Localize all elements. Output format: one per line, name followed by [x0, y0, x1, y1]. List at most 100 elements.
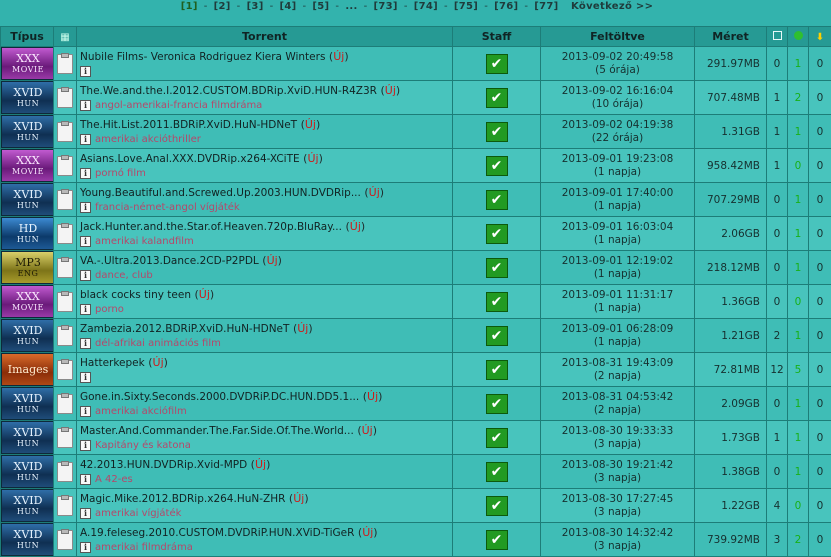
leechers-count[interactable]: 0 [809, 455, 831, 489]
col-type[interactable]: Típus [1, 27, 54, 47]
category-badge[interactable]: MP3ENG [1, 251, 55, 284]
category-badge[interactable]: XVIDHUN [1, 421, 55, 454]
torrent-title-link[interactable]: Jack.Hunter.and.the.Star.of.Heaven.720p.… [80, 221, 342, 233]
category-badge[interactable]: XXXMOVIE [1, 149, 55, 182]
torrent-title-link[interactable]: Zambezia.2012.BDRiP.XviD.HuN-HDNeT [80, 323, 289, 335]
pager-link[interactable]: [76] [494, 1, 518, 12]
torrent-title-link[interactable]: Hatterkepek [80, 357, 145, 369]
clipboard-icon[interactable] [57, 88, 73, 108]
pager-link[interactable]: [4] [279, 1, 296, 12]
info-icon[interactable]: i [80, 236, 91, 247]
pager-link[interactable]: [2] [214, 1, 231, 12]
comments-count[interactable]: 12 [767, 353, 788, 387]
category-badge[interactable]: XVIDHUN [1, 81, 55, 114]
info-icon[interactable]: i [80, 474, 91, 485]
category-badge[interactable]: XVIDHUN [1, 455, 55, 488]
seeders-count[interactable]: 0 [788, 149, 809, 183]
col-uploaded[interactable]: Feltöltve [541, 27, 695, 47]
clipboard-icon[interactable] [57, 122, 73, 142]
leechers-count[interactable]: 0 [809, 319, 831, 353]
pager-link[interactable]: [1] [181, 1, 198, 12]
info-icon[interactable]: i [80, 406, 91, 417]
comments-count[interactable]: 3 [767, 523, 788, 557]
comments-count[interactable]: 4 [767, 489, 788, 523]
comments-count[interactable]: 1 [767, 81, 788, 115]
clipboard-icon[interactable] [57, 360, 73, 380]
pager-link[interactable]: [75] [454, 1, 478, 12]
leechers-count[interactable]: 0 [809, 489, 831, 523]
torrent-title-link[interactable]: The.Hit.List.2011.BDRiP.XviD.HuN-HDNeT [80, 119, 297, 131]
info-icon[interactable]: i [80, 372, 91, 383]
seeders-count[interactable]: 1 [788, 387, 809, 421]
info-icon[interactable]: i [80, 304, 91, 315]
pager-link[interactable]: [73] [374, 1, 398, 12]
next-page-link[interactable]: Következő >> [571, 1, 653, 12]
comments-count[interactable]: 0 [767, 387, 788, 421]
leechers-count[interactable]: 0 [809, 523, 831, 557]
leechers-count[interactable]: 0 [809, 251, 831, 285]
seeders-count[interactable]: 5 [788, 353, 809, 387]
torrent-title-link[interactable]: Nubile Films- Veronica Rodriguez Kiera W… [80, 51, 325, 63]
seeders-count[interactable]: 1 [788, 183, 809, 217]
comments-count[interactable]: 0 [767, 183, 788, 217]
leechers-count[interactable]: 0 [809, 217, 831, 251]
col-size[interactable]: Méret [695, 27, 767, 47]
category-badge[interactable]: XVIDHUN [1, 489, 55, 522]
info-icon[interactable]: i [80, 270, 91, 281]
category-badge[interactable]: Images [1, 353, 55, 386]
info-icon[interactable]: i [80, 168, 91, 179]
leechers-count[interactable]: 0 [809, 183, 831, 217]
leechers-count[interactable]: 0 [809, 353, 831, 387]
info-icon[interactable]: i [80, 66, 91, 77]
seeders-count[interactable]: 1 [788, 251, 809, 285]
pager-link[interactable]: [77] [534, 1, 558, 12]
info-icon[interactable]: i [80, 440, 91, 451]
seeders-count[interactable]: 2 [788, 523, 809, 557]
seeders-count[interactable]: 2 [788, 81, 809, 115]
torrent-title-link[interactable]: Gone.in.Sixty.Seconds.2000.DVDRiP.DC.HUN… [80, 391, 359, 403]
comments-count[interactable]: 0 [767, 455, 788, 489]
category-badge[interactable]: XVIDHUN [1, 115, 55, 148]
info-icon[interactable]: i [80, 508, 91, 519]
col-comments[interactable] [767, 27, 788, 47]
category-badge[interactable]: XVIDHUN [1, 523, 55, 556]
seeders-count[interactable]: 1 [788, 115, 809, 149]
comments-count[interactable]: 1 [767, 115, 788, 149]
leechers-count[interactable]: 0 [809, 47, 831, 81]
info-icon[interactable]: i [80, 338, 91, 349]
comments-count[interactable]: 0 [767, 285, 788, 319]
leechers-count[interactable]: 0 [809, 81, 831, 115]
clipboard-icon[interactable] [57, 530, 73, 550]
info-icon[interactable]: i [80, 542, 91, 553]
category-badge[interactable]: XVIDHUN [1, 319, 55, 352]
torrent-title-link[interactable]: VA.-.Ultra.2013.Dance.2CD-P2PDL [80, 255, 259, 267]
clipboard-icon[interactable] [57, 54, 73, 74]
leechers-count[interactable]: 0 [809, 115, 831, 149]
comments-count[interactable]: 1 [767, 149, 788, 183]
clipboard-icon[interactable] [57, 190, 73, 210]
comments-count[interactable]: 0 [767, 47, 788, 81]
torrent-title-link[interactable]: Young.Beautiful.and.Screwed.Up.2003.HUN.… [80, 187, 361, 199]
clipboard-icon[interactable] [57, 496, 73, 516]
info-icon[interactable]: i [80, 202, 91, 213]
category-badge[interactable]: XXXMOVIE [1, 47, 55, 80]
leechers-count[interactable]: 0 [809, 421, 831, 455]
seeders-count[interactable]: 1 [788, 47, 809, 81]
seeders-count[interactable]: 0 [788, 285, 809, 319]
torrent-title-link[interactable]: Asians.Love.Anal.XXX.DVDRip.x264-XCiTE [80, 153, 300, 165]
pager-link[interactable]: [3] [247, 1, 264, 12]
category-badge[interactable]: XVIDHUN [1, 183, 55, 216]
clipboard-icon[interactable] [57, 326, 73, 346]
clipboard-icon[interactable] [57, 292, 73, 312]
comments-count[interactable]: 0 [767, 217, 788, 251]
clipboard-icon[interactable] [57, 394, 73, 414]
clipboard-icon[interactable] [57, 224, 73, 244]
torrent-title-link[interactable]: black cocks tiny teen [80, 289, 191, 301]
col-torrent[interactable]: Torrent [77, 27, 453, 47]
clipboard-icon[interactable] [57, 258, 73, 278]
comments-count[interactable]: 2 [767, 319, 788, 353]
leechers-count[interactable]: 0 [809, 387, 831, 421]
col-seeders[interactable] [788, 27, 809, 47]
clipboard-icon[interactable] [57, 462, 73, 482]
category-badge[interactable]: XXXMOVIE [1, 285, 55, 318]
